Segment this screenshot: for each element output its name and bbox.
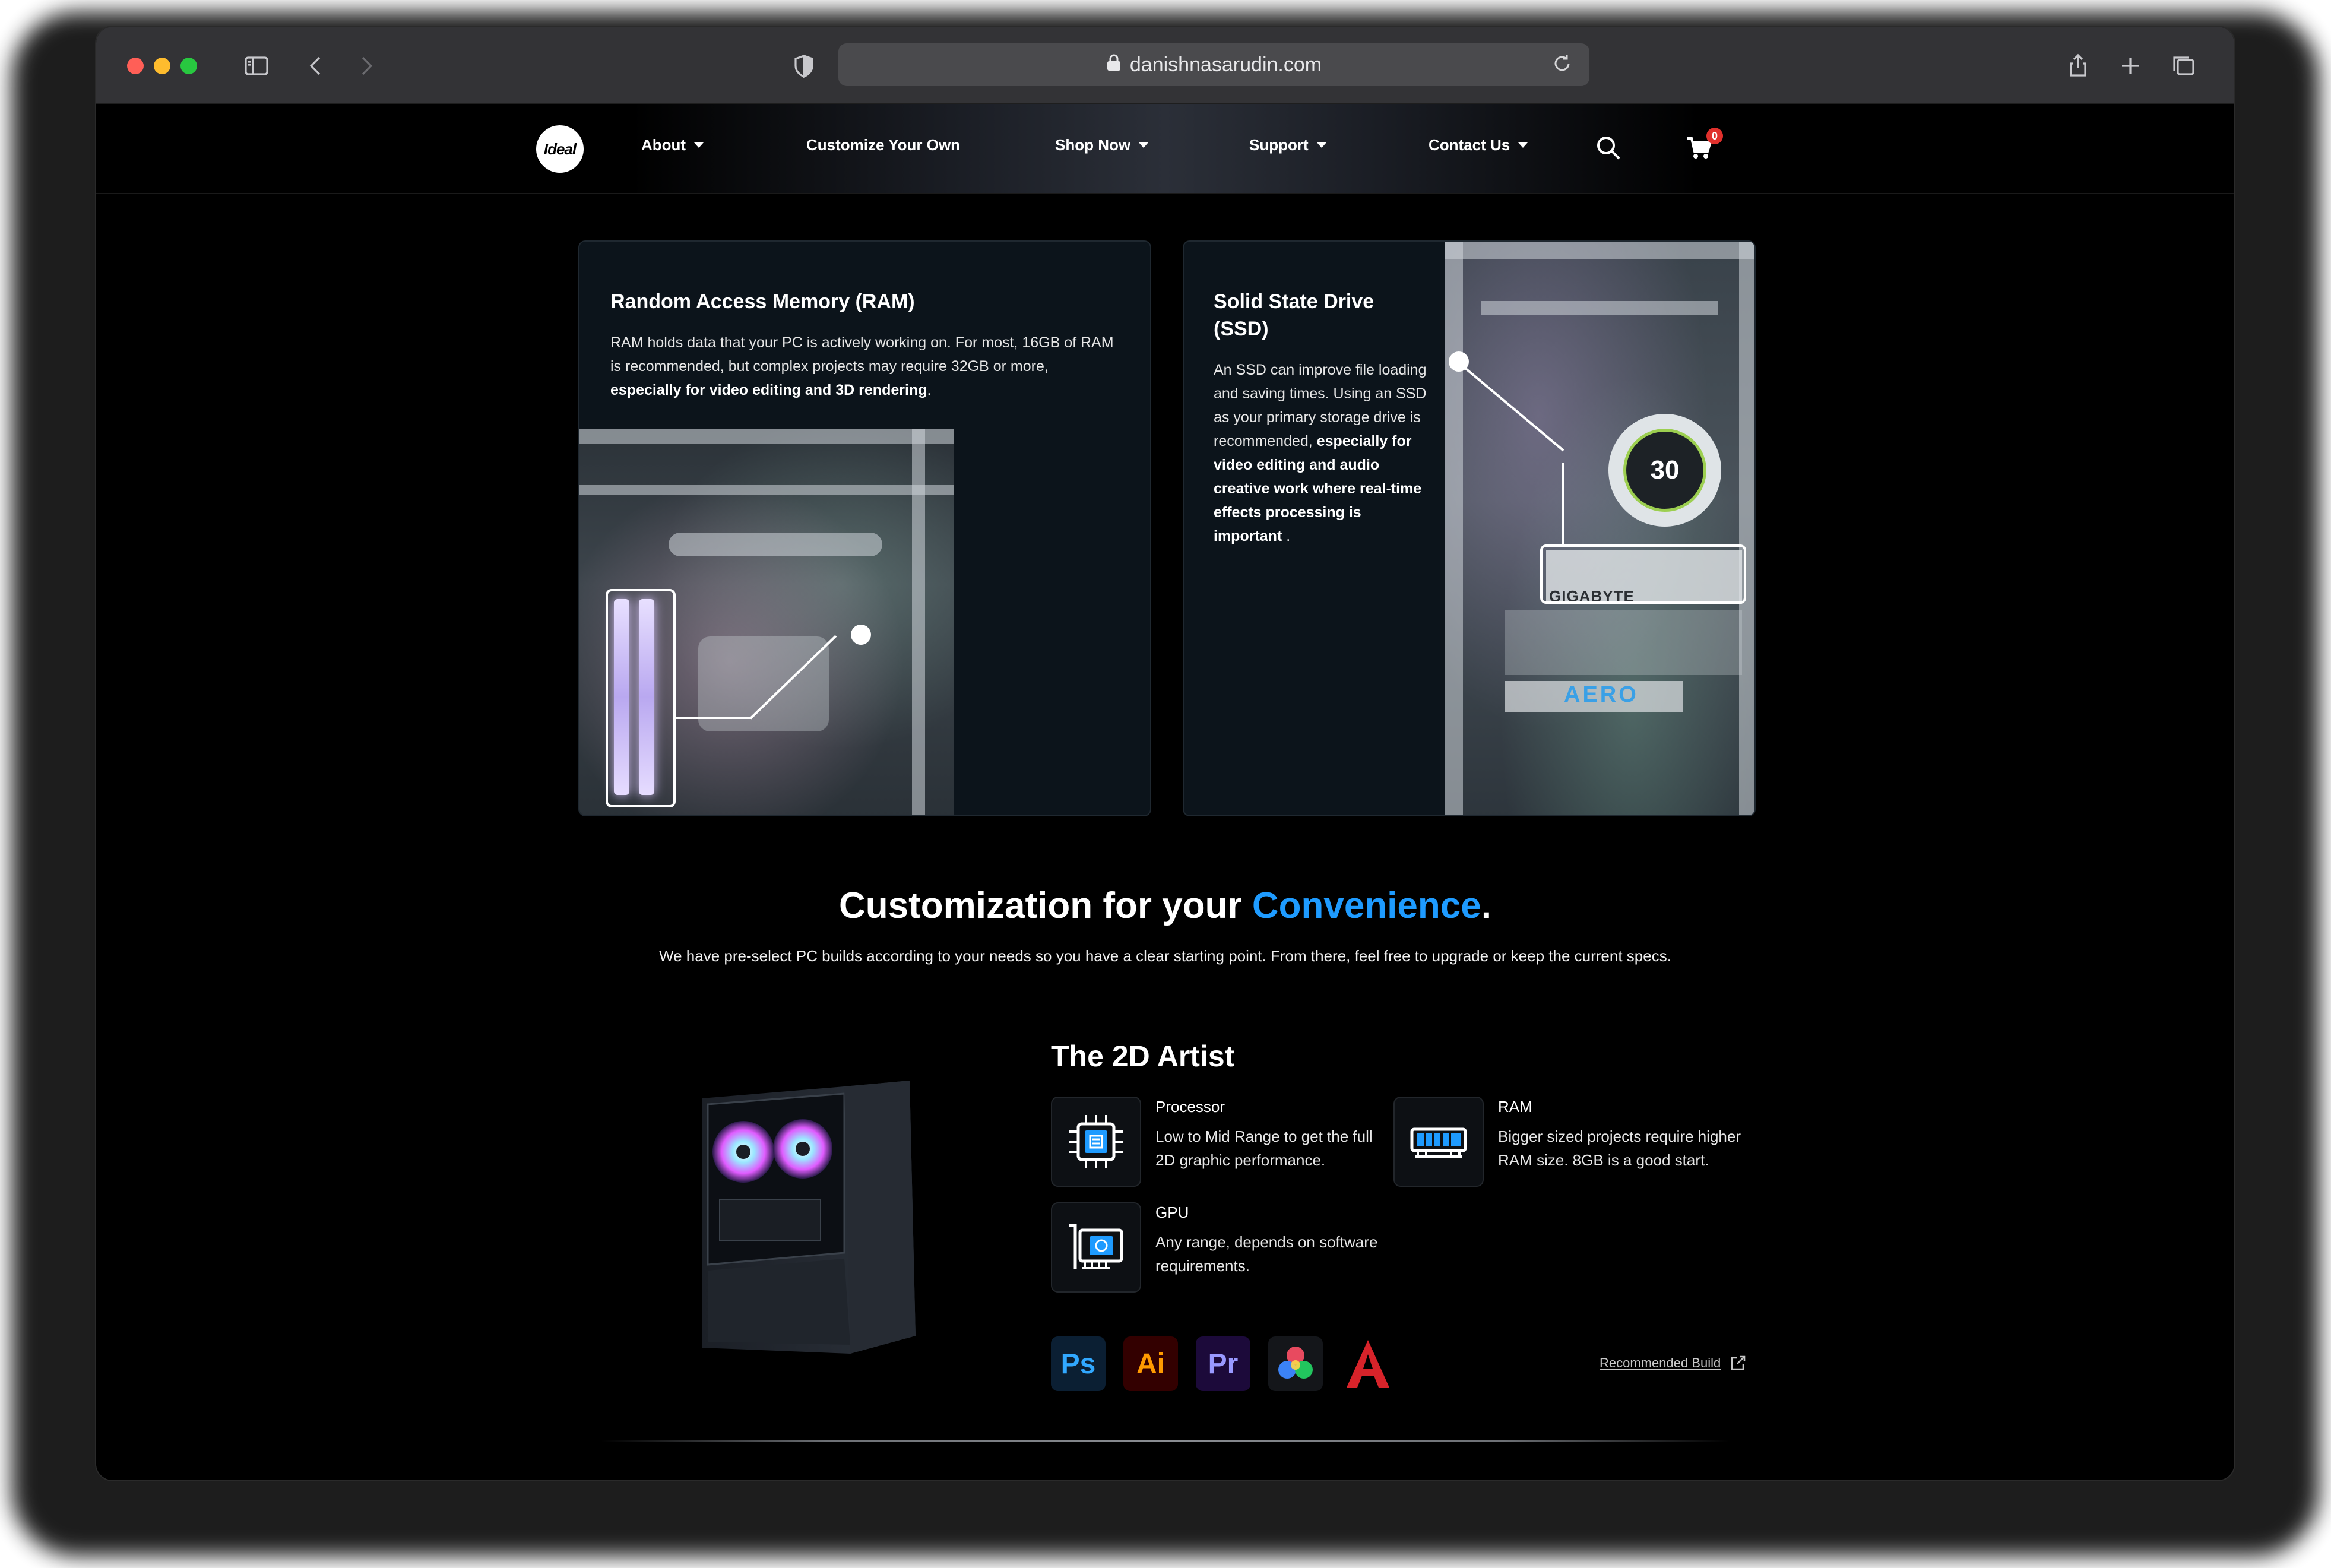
spec-gpu-label: GPU [1155,1203,1189,1221]
zoom-window-button[interactable] [180,58,197,74]
spec-ram-label: RAM [1498,1098,1532,1116]
new-tab-icon[interactable] [2113,48,2148,84]
minimize-window-button[interactable] [154,58,170,74]
spec-ram: RAM Bigger sized projects require higher… [1393,1097,1759,1187]
chevron-down-icon [1316,142,1326,148]
site-logo[interactable]: Ideal [536,125,584,173]
web-page: Ideal About Customize Your Own Shop Now … [96,104,2234,1480]
ssd-body-emphasis: especially for video editing and audio c… [1214,433,1422,544]
davinci-resolve-icon [1268,1336,1323,1391]
chevron-down-icon [694,142,704,148]
nav-contact-label: Contact Us [1429,136,1510,154]
pump-temperature: 30 [1623,429,1706,512]
spec-gpu-desc: Any range, depends on software requireme… [1155,1233,1378,1275]
premiere-pro-icon: Pr [1196,1336,1250,1391]
nav-shop-now[interactable]: Shop Now [1055,136,1149,154]
site-header: Ideal About Customize Your Own Shop Now … [96,104,2234,194]
cart-count-badge: 0 [1706,128,1723,144]
sidebar-toggle-icon[interactable] [239,48,274,84]
ram-icon [1393,1097,1484,1187]
browser-window: danishnasarudin.com Ideal About Customiz… [96,27,2234,1480]
nav-customize-your-own[interactable]: Customize Your Own [806,136,960,154]
section-title-end: . [1481,885,1491,926]
spec-processor-desc: Low to Mid Range to get the full 2D grap… [1155,1127,1373,1169]
gpu-series-label: AERO [1564,682,1639,707]
ram-body-text: RAM holds data that your PC is actively … [610,334,1114,375]
ssd-feature-card: Solid State Drive (SSD) An SSD can impro… [1183,240,1756,816]
forward-icon[interactable] [349,48,384,84]
ram-pc-image [579,429,954,815]
ram-card-title: Random Access Memory (RAM) [610,290,915,313]
ssd-body-end: . [1282,528,1291,544]
ram-body-emphasis: especially for video editing and 3D rend… [610,382,927,398]
nav-shop-now-label: Shop Now [1055,136,1131,154]
ram-body-end: . [927,382,932,398]
close-window-button[interactable] [127,58,144,74]
chevron-down-icon [1139,142,1149,148]
autocad-icon [1341,1336,1395,1391]
spec-processor-label: Processor [1155,1098,1225,1116]
browser-toolbar: danishnasarudin.com [96,27,2234,104]
share-icon[interactable] [2060,48,2096,84]
spec-processor: Processor Low to Mid Range to get the fu… [1051,1097,1387,1187]
nav-support[interactable]: Support [1249,136,1326,154]
lock-icon [1106,53,1122,77]
recommended-build-label: Recommended Build [1600,1355,1721,1370]
url-text: danishnasarudin.com [1129,53,1322,76]
spec-ram-desc: Bigger sized projects require higher RAM… [1498,1127,1741,1169]
privacy-shield-icon[interactable] [786,48,822,84]
section-divider [601,1440,1729,1442]
nav-support-label: Support [1249,136,1309,154]
external-link-icon [1731,1355,1746,1370]
build-pc-image [696,1075,927,1360]
section-title: Customization for your Convenience. [96,885,2234,927]
gpu-icon [1051,1202,1141,1293]
nav-about-label: About [641,136,686,154]
section-subtitle: We have pre-select PC builds according t… [659,947,1671,965]
cooler-pump-display: 30 [1608,414,1721,527]
nav-about[interactable]: About [641,136,704,154]
tab-overview-icon[interactable] [2166,48,2202,84]
spec-gpu-text: GPU Any range, depends on software requi… [1155,1202,1387,1293]
ssd-card-title: Solid State Drive (SSD) [1214,290,1374,340]
chevron-down-icon [1518,142,1528,148]
back-icon[interactable] [298,48,334,84]
spec-gpu: GPU Any range, depends on software requi… [1051,1202,1387,1293]
nav-contact-us[interactable]: Contact Us [1429,136,1528,154]
ram-feature-card: Random Access Memory (RAM) RAM holds dat… [578,240,1151,816]
reload-icon[interactable] [1550,52,1576,78]
recommended-build-link[interactable]: Recommended Build [1600,1354,1747,1372]
ssd-card-description: An SSD can improve file loading and savi… [1214,358,1433,548]
section-title-accent: Convenience [1252,885,1481,926]
build-name: The 2D Artist [1051,1040,1235,1073]
spec-ram-text: RAM Bigger sized projects require higher… [1498,1097,1759,1187]
address-bar[interactable]: danishnasarudin.com [838,43,1589,86]
photoshop-icon: Ps [1051,1336,1106,1391]
illustrator-icon: Ai [1123,1336,1178,1391]
section-title-main: Customization for your [839,885,1252,926]
search-icon[interactable] [1595,135,1624,163]
spec-processor-text: Processor Low to Mid Range to get the fu… [1155,1097,1387,1187]
cpu-icon [1051,1097,1141,1187]
software-icons: Ps Ai Pr [1051,1336,1395,1391]
ssd-pc-image: 30 GIGABYTE AERO [1445,242,1754,815]
nav-customize-label: Customize Your Own [806,136,961,154]
ram-card-description: RAM holds data that your PC is actively … [610,331,1121,402]
